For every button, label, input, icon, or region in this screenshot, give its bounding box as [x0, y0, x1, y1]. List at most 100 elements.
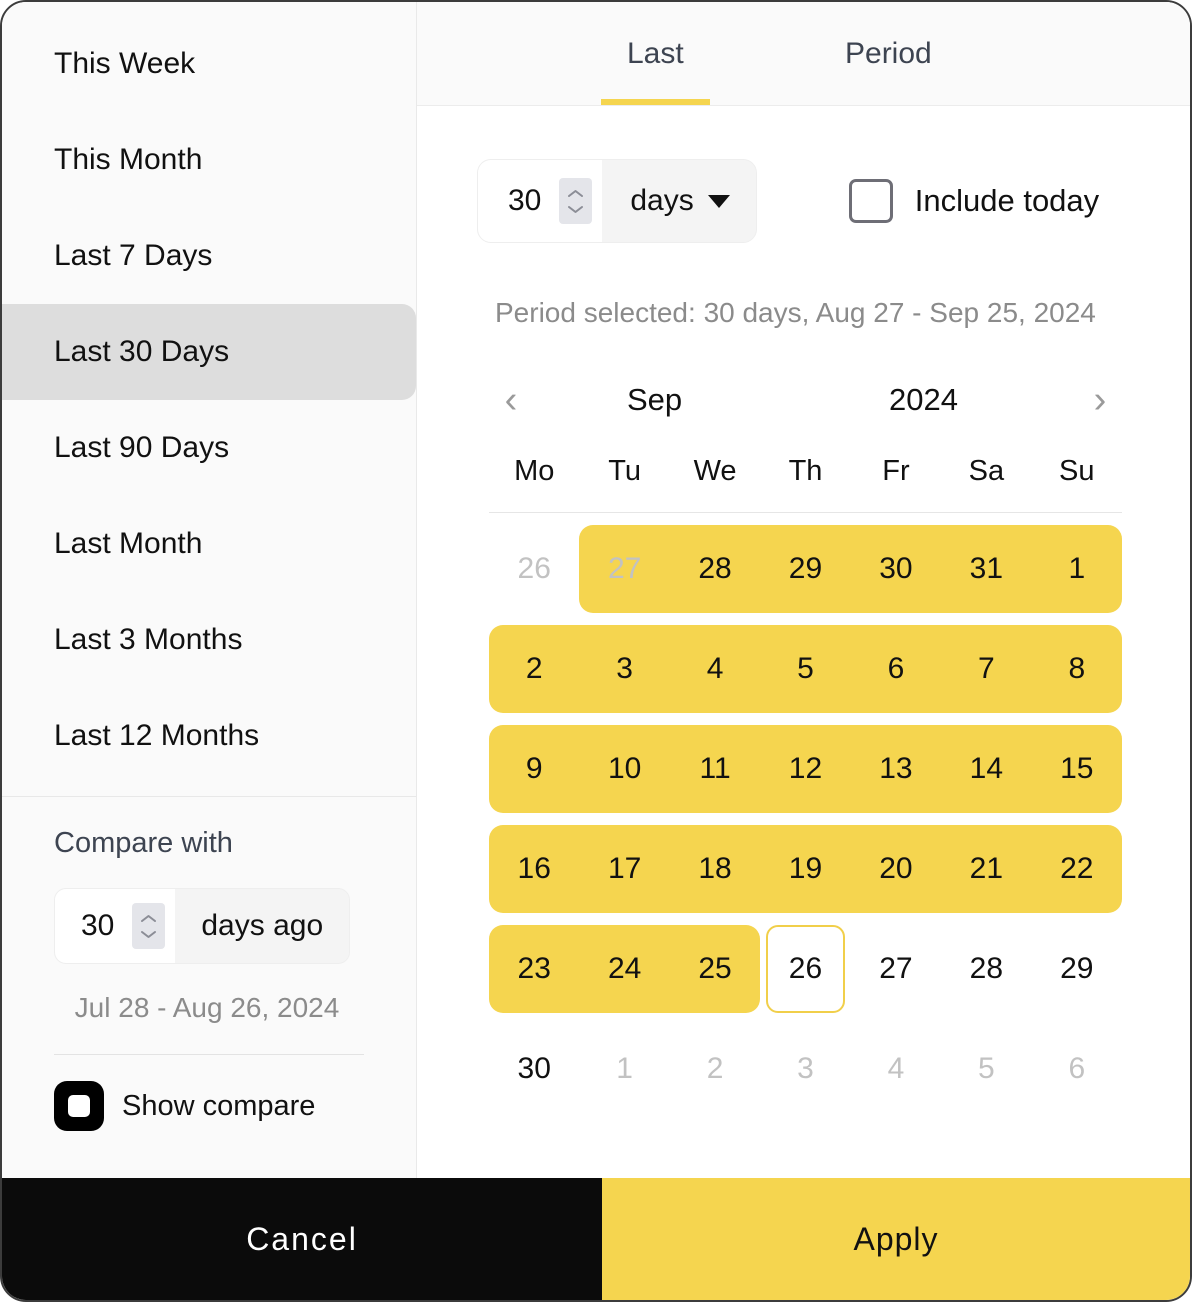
calendar-day[interactable]: 18: [669, 819, 761, 919]
calendar-day[interactable]: 25: [669, 919, 761, 1019]
last-amount-value: 30: [508, 184, 542, 217]
calendar-week-row: 30 1 2 3 4 5 6: [489, 1019, 1122, 1119]
calendar-day[interactable]: 30: [850, 519, 942, 619]
calendar-day[interactable]: 22: [1031, 819, 1123, 919]
calendar-day[interactable]: 21: [941, 819, 1032, 919]
calendar-day[interactable]: 28: [669, 519, 761, 619]
calendar-day-number: 17: [607, 852, 642, 885]
calendar-day[interactable]: 17: [579, 819, 671, 919]
calendar-day[interactable]: 26: [489, 519, 579, 619]
calendar-week-row: 16 17 18 19 20 21 22: [489, 819, 1123, 919]
calendar-day-number: 3: [797, 1052, 814, 1085]
last-unit-select[interactable]: days: [602, 160, 756, 242]
calendar-day-number: 30: [517, 1052, 551, 1085]
calendar-weekday: Su: [1059, 455, 1095, 487]
calendar-day-number: 21: [969, 852, 1004, 885]
last-unit-label: days: [630, 184, 694, 217]
calendar-day[interactable]: 23: [489, 919, 580, 1019]
calendar-day-number: 29: [788, 552, 823, 585]
calendar-weekday: Mo: [514, 455, 555, 487]
calendar-year-label[interactable]: 2024: [889, 382, 958, 418]
apply-button[interactable]: Apply: [602, 1178, 1190, 1300]
calendar-day-number: 14: [969, 752, 1004, 785]
calendar-day[interactable]: 9: [489, 719, 580, 819]
show-compare-label: Show compare: [122, 1089, 316, 1122]
preset-item-label: Last 12 Months: [54, 719, 260, 752]
calendar-day[interactable]: 14: [941, 719, 1032, 819]
compare-range-text: Jul 28 - Aug 26, 2024: [74, 992, 340, 1023]
include-today-checkbox[interactable]: Include today: [848, 179, 1099, 223]
calendar-day[interactable]: 30: [489, 1019, 579, 1119]
compare-offset-input[interactable]: 30: [55, 889, 176, 963]
preset-item[interactable]: Last 30 Days: [2, 304, 416, 400]
calendar-day[interactable]: 3: [760, 1019, 850, 1119]
preset-item[interactable]: This Week: [2, 16, 416, 112]
calendar-day-number: 4: [706, 652, 724, 685]
tab-last-label: Last: [627, 36, 684, 70]
chevron-up-icon: [568, 189, 584, 197]
calendar-weekday: Tu: [608, 455, 642, 487]
calendar-day[interactable]: 27: [579, 519, 671, 619]
calendar-day[interactable]: 12: [760, 719, 852, 819]
calendar-day[interactable]: 19: [760, 819, 852, 919]
calendar-day-number: 28: [698, 552, 732, 585]
next-month-button[interactable]: ›: [1078, 378, 1122, 422]
cancel-button[interactable]: Cancel: [2, 1178, 602, 1300]
calendar-day[interactable]: 28: [941, 919, 1031, 1019]
calendar-day[interactable]: 3: [579, 619, 671, 719]
tab-last[interactable]: Last: [601, 2, 710, 105]
calendar-day[interactable]: 1: [579, 1019, 669, 1119]
last-amount-input[interactable]: 30: [478, 160, 603, 242]
presets-sidebar: This Week This Month Last 7 Days Last 30 Da…: [2, 2, 417, 1178]
calendar-day-number: 12: [788, 752, 823, 785]
show-compare-toggle[interactable]: Show compare: [54, 1055, 364, 1131]
calendar-day[interactable]: 29: [1032, 919, 1122, 1019]
calendar-day[interactable]: 24: [579, 919, 671, 1019]
calendar-weekday: We: [693, 455, 737, 487]
calendar-day[interactable]: 29: [760, 519, 852, 619]
calendar-day-number: 7: [978, 652, 995, 685]
calendar-day[interactable]: 5: [941, 1019, 1031, 1119]
compare-offset-stepper[interactable]: [132, 903, 166, 949]
preset-item[interactable]: This Month: [2, 112, 416, 208]
calendar-month-label[interactable]: Sep: [627, 382, 682, 418]
calendar-day[interactable]: 15: [1031, 719, 1123, 819]
calendar-day[interactable]: 10: [579, 719, 671, 819]
calendar-day[interactable]: 6: [1032, 1019, 1122, 1119]
calendar-day[interactable]: 26: [760, 919, 850, 1019]
prev-month-button[interactable]: ‹: [489, 378, 533, 422]
calendar-header: ‹ Sep 2024 ›: [489, 369, 1122, 431]
calendar-day[interactable]: 8: [1031, 619, 1123, 719]
preset-item[interactable]: Last 3 Months: [2, 592, 416, 688]
compare-offset-field[interactable]: 30 days ago: [54, 888, 351, 964]
calendar-day[interactable]: 4: [669, 619, 761, 719]
preset-item-label: This Week: [54, 47, 196, 80]
calendar-day-number: 13: [879, 752, 913, 785]
compare-offset-unit: days ago: [175, 889, 350, 963]
last-amount-field[interactable]: 30 days: [477, 159, 757, 243]
preset-item[interactable]: Last Month: [2, 496, 416, 592]
preset-item[interactable]: Last 7 Days: [2, 208, 416, 304]
last-amount-stepper[interactable]: [559, 178, 593, 224]
preset-item[interactable]: Last 12 Months: [2, 688, 416, 784]
calendar-day[interactable]: 31: [941, 519, 1032, 619]
calendar-day[interactable]: 20: [850, 819, 942, 919]
calendar-day-number: 11: [699, 752, 731, 785]
calendar-day[interactable]: 27: [851, 919, 941, 1019]
calendar-day[interactable]: 16: [489, 819, 580, 919]
preset-item[interactable]: Last 90 Days: [2, 400, 416, 496]
calendar-day[interactable]: 1: [1031, 519, 1123, 619]
calendar-day[interactable]: 6: [850, 619, 942, 719]
calendar-day[interactable]: 7: [941, 619, 1032, 719]
calendar-day[interactable]: 4: [851, 1019, 941, 1119]
calendar-day[interactable]: 13: [850, 719, 942, 819]
calendar-day[interactable]: 2: [489, 619, 580, 719]
calendar-day[interactable]: 2: [670, 1019, 760, 1119]
calendar-week-row: 23 24 25 26 27 28 29: [489, 919, 1122, 1019]
tab-period[interactable]: Period: [845, 2, 932, 105]
calendar-weekday-header: Mo Tu We Th Fr Sa Su: [489, 455, 1122, 513]
calendar-day-number: 2: [706, 1052, 724, 1085]
calendar-day[interactable]: 11: [669, 719, 761, 819]
calendar-weekday: Fr: [882, 455, 910, 487]
calendar-day[interactable]: 5: [760, 619, 852, 719]
